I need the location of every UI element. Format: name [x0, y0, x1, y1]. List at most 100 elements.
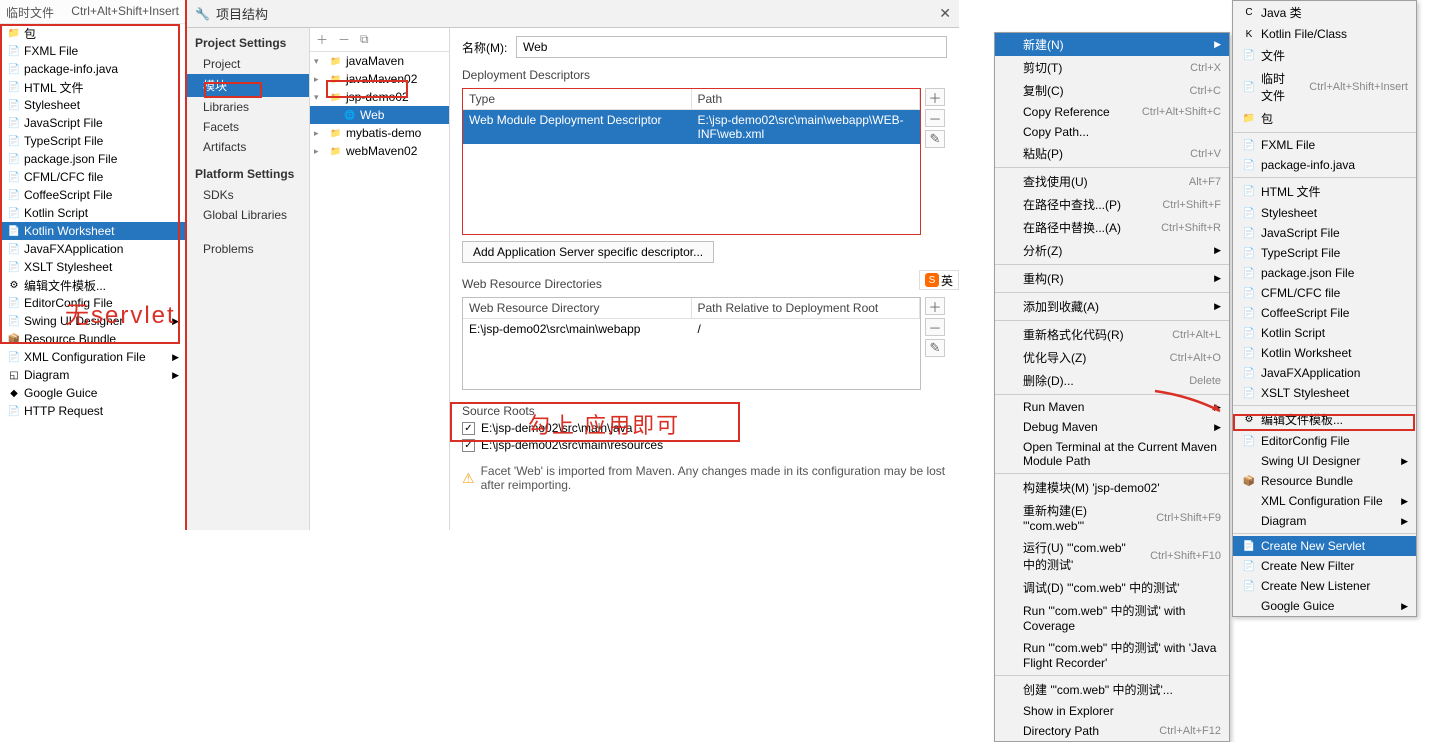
add-button[interactable]: ＋ — [925, 297, 945, 315]
menu-item[interactable]: 重新构建(E) '"com.web"'Ctrl+Shift+F9 — [995, 499, 1229, 536]
add-server-descriptor-button[interactable]: Add Application Server specific descript… — [462, 241, 714, 263]
menu-item[interactable]: 📄JavaScript File — [1233, 223, 1416, 243]
file-template-item[interactable]: 📄XML Configuration File▶ — [0, 348, 185, 366]
menu-item[interactable]: Diagram▶ — [1233, 511, 1416, 531]
checkbox-icon[interactable]: ✓ — [462, 439, 475, 452]
remove-icon[interactable]: － — [338, 31, 350, 48]
menu-item[interactable]: 📄Kotlin Script — [1233, 323, 1416, 343]
fold-icon[interactable]: ▾ — [314, 92, 319, 103]
add-button[interactable]: ＋ — [925, 88, 945, 106]
module-tree-item[interactable]: ▾📁javaMaven — [310, 52, 449, 70]
menu-item[interactable]: 运行(U) '"com.web" 中的测试'Ctrl+Shift+F10 — [995, 536, 1229, 576]
file-template-item[interactable]: 📄TypeScript File — [0, 132, 185, 150]
source-root-item[interactable]: ✓ E:\jsp-demo02\src\main\resources — [462, 438, 947, 452]
menu-item[interactable]: 📄package-info.java — [1233, 155, 1416, 175]
menu-item[interactable]: Copy ReferenceCtrl+Alt+Shift+C — [995, 102, 1229, 122]
module-tree-item[interactable]: ▸📁mybatis-demo — [310, 124, 449, 142]
menu-item[interactable]: KKotlin File/Class — [1233, 24, 1416, 44]
menu-item[interactable]: Open Terminal at the Current Maven Modul… — [995, 437, 1229, 471]
menu-item[interactable]: 📦Resource Bundle — [1233, 471, 1416, 491]
file-template-item[interactable]: 📄FXML File — [0, 42, 185, 60]
menu-item[interactable]: 📄文件 — [1233, 44, 1416, 67]
menu-item[interactable]: 📄CFML/CFC file — [1233, 283, 1416, 303]
menu-item[interactable]: 优化导入(Z)Ctrl+Alt+O — [995, 346, 1229, 369]
menu-item[interactable]: 复制(C)Ctrl+C — [995, 79, 1229, 102]
file-template-item[interactable]: 📄CFML/CFC file — [0, 168, 185, 186]
menu-item[interactable]: Copy Path... — [995, 122, 1229, 142]
file-template-item[interactable]: 📄Stylesheet — [0, 96, 185, 114]
edit-button[interactable]: ✎ — [925, 339, 945, 357]
scratch-file-header[interactable]: 临时文件 Ctrl+Alt+Shift+Insert — [0, 0, 185, 24]
module-tree-item[interactable]: 🌐Web — [310, 106, 449, 124]
file-template-item[interactable]: 📄JavaScript File — [0, 114, 185, 132]
file-template-item[interactable]: 📄package-info.java — [0, 60, 185, 78]
name-input[interactable] — [516, 36, 947, 58]
file-template-item[interactable]: 📄package.json File — [0, 150, 185, 168]
file-template-item[interactable]: ⚙编辑文件模板... — [0, 276, 185, 294]
menu-item[interactable]: 调试(D) '"com.web" 中的测试' — [995, 576, 1229, 599]
sidebar-problems[interactable]: Problems — [187, 239, 309, 259]
menu-item[interactable]: 粘贴(P)Ctrl+V — [995, 142, 1229, 165]
file-template-item[interactable]: ◱Diagram▶ — [0, 366, 185, 384]
menu-item[interactable]: 剪切(T)Ctrl+X — [995, 56, 1229, 79]
menu-item[interactable]: 📄Stylesheet — [1233, 203, 1416, 223]
menu-item[interactable]: 📄Kotlin Worksheet — [1233, 343, 1416, 363]
menu-item[interactable]: 添加到收藏(A)▶ — [995, 295, 1229, 318]
menu-item[interactable]: 在路径中替换...(A)Ctrl+Shift+R — [995, 216, 1229, 239]
file-template-item[interactable]: 📄JavaFXApplication — [0, 240, 185, 258]
module-tree-item[interactable]: ▾📁jsp-demo02 — [310, 88, 449, 106]
menu-item[interactable]: Run '"com.web" 中的测试' with 'Java Flight R… — [995, 636, 1229, 673]
sidebar-item-artifacts[interactable]: Artifacts — [187, 137, 309, 157]
menu-item[interactable]: 构建模块(M) 'jsp-demo02' — [995, 476, 1229, 499]
fold-icon[interactable]: ▾ — [314, 56, 319, 67]
menu-item[interactable]: Directory PathCtrl+Alt+F12 — [995, 721, 1229, 741]
menu-item[interactable]: 📄Create New Listener — [1233, 576, 1416, 596]
menu-item[interactable]: Swing UI Designer▶ — [1233, 451, 1416, 471]
menu-item[interactable]: 📄临时文件Ctrl+Alt+Shift+Insert — [1233, 67, 1416, 107]
menu-item[interactable]: Run Maven▶ — [995, 397, 1229, 417]
menu-item[interactable]: 📄JavaFXApplication — [1233, 363, 1416, 383]
copy-icon[interactable]: ⧉ — [360, 32, 369, 47]
menu-item[interactable]: 📄Create New Filter — [1233, 556, 1416, 576]
package-item[interactable]: 📁 包 — [0, 24, 185, 42]
menu-item[interactable]: 📄HTML 文件 — [1233, 180, 1416, 203]
file-template-item[interactable]: ◆Google Guice — [0, 384, 185, 402]
menu-item[interactable]: 新建(N)▶ — [995, 33, 1229, 56]
sidebar-item-global-libraries[interactable]: Global Libraries — [187, 205, 309, 225]
file-template-item[interactable]: 📄EditorConfig File — [0, 294, 185, 312]
sidebar-item-sdks[interactable]: SDKs — [187, 185, 309, 205]
menu-item[interactable]: 分析(Z)▶ — [995, 239, 1229, 262]
menu-item[interactable]: 📄TypeScript File — [1233, 243, 1416, 263]
fold-icon[interactable]: ▸ — [314, 146, 319, 157]
module-tree-item[interactable]: ▸📁webMaven02 — [310, 142, 449, 160]
menu-item[interactable]: 📄package.json File — [1233, 263, 1416, 283]
sidebar-item-libraries[interactable]: Libraries — [187, 97, 309, 117]
file-template-item[interactable]: 📄Kotlin Script — [0, 204, 185, 222]
menu-item[interactable]: 删除(D)...Delete — [995, 369, 1229, 392]
checkbox-icon[interactable]: ✓ — [462, 422, 475, 435]
menu-item[interactable]: XML Configuration File▶ — [1233, 491, 1416, 511]
close-icon[interactable]: ✕ — [939, 5, 951, 22]
menu-item[interactable]: 在路径中查找...(P)Ctrl+Shift+F — [995, 193, 1229, 216]
source-root-item[interactable]: ✓ E:\jsp-demo02\src\main\java — [462, 421, 947, 435]
file-template-item[interactable]: 📄CoffeeScript File — [0, 186, 185, 204]
menu-item[interactable]: ⚙编辑文件模板... — [1233, 408, 1416, 431]
remove-button[interactable]: － — [925, 318, 945, 336]
menu-item[interactable]: 重构(R)▶ — [995, 267, 1229, 290]
remove-button[interactable]: － — [925, 109, 945, 127]
menu-item[interactable]: Debug Maven▶ — [995, 417, 1229, 437]
menu-item[interactable]: 创建 '"com.web" 中的测试'... — [995, 678, 1229, 701]
menu-item[interactable]: 📄CoffeeScript File — [1233, 303, 1416, 323]
edit-button[interactable]: ✎ — [925, 130, 945, 148]
file-template-item[interactable]: 📄Kotlin Worksheet — [0, 222, 185, 240]
menu-item[interactable]: 📄FXML File — [1233, 135, 1416, 155]
menu-item[interactable]: 📄XSLT Stylesheet — [1233, 383, 1416, 403]
fold-icon[interactable]: ▸ — [314, 74, 319, 85]
file-template-item[interactable]: 📄HTML 文件 — [0, 78, 185, 96]
sidebar-item-project[interactable]: Project — [187, 54, 309, 74]
add-icon[interactable]: ＋ — [316, 31, 328, 48]
menu-item[interactable]: 📄EditorConfig File — [1233, 431, 1416, 451]
file-template-item[interactable]: 📄Swing UI Designer▶ — [0, 312, 185, 330]
sidebar-item-facets[interactable]: Facets — [187, 117, 309, 137]
menu-item[interactable]: 📁包 — [1233, 107, 1416, 130]
